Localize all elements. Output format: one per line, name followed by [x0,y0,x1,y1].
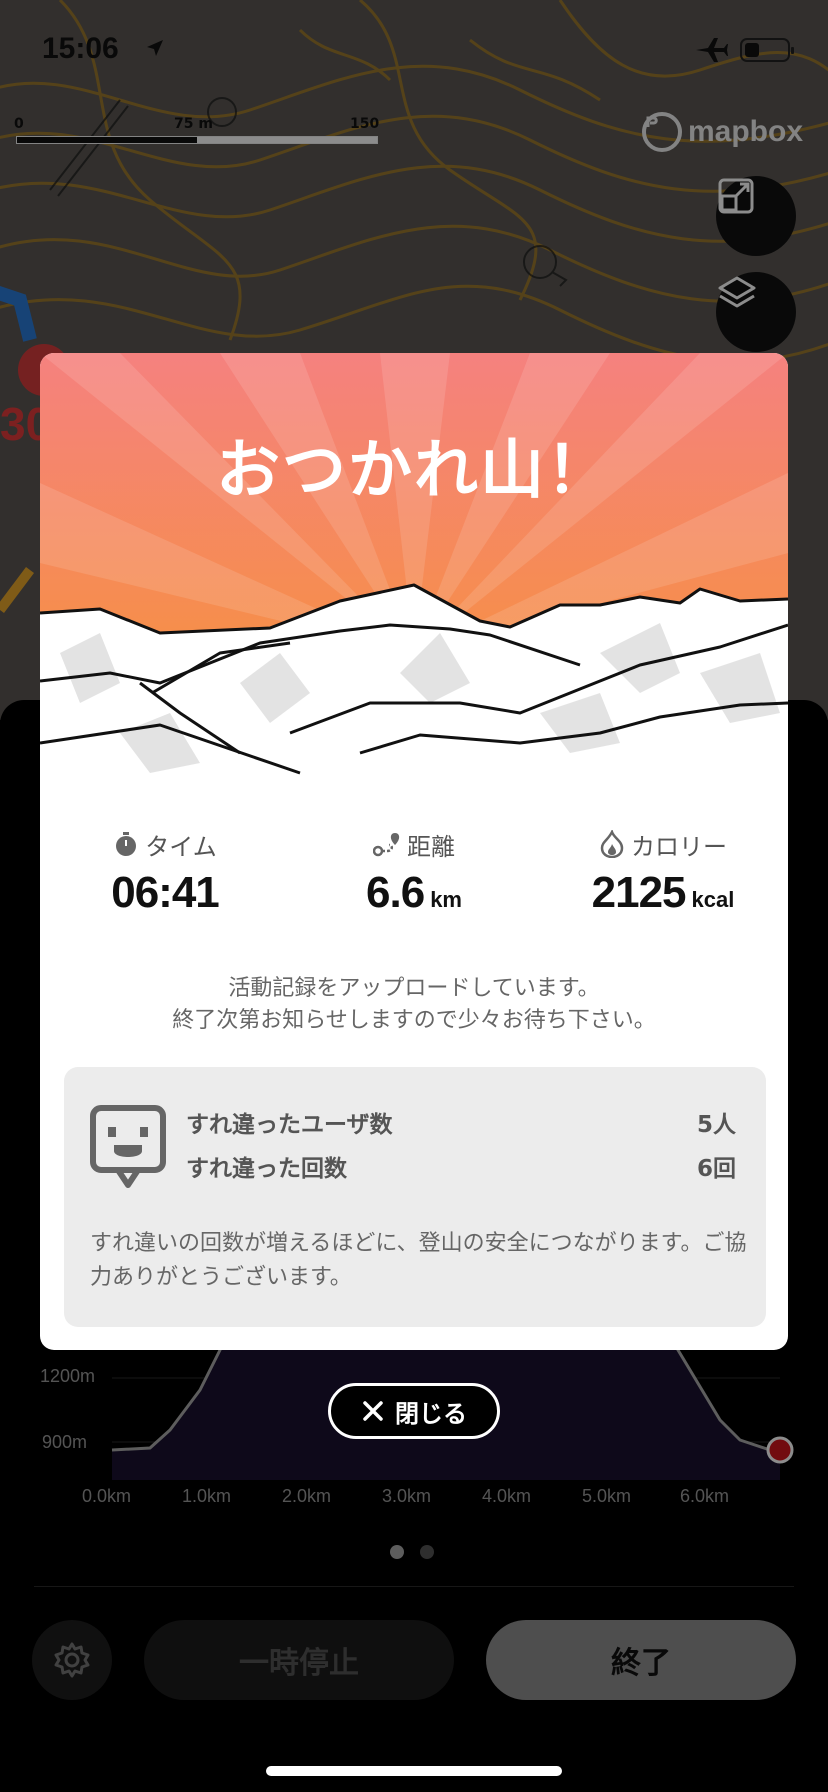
stat-calories-label: カロリー [631,832,727,861]
passing-count-value: 6回 [696,1156,736,1182]
stat-time-value: 06:41 [111,868,220,917]
upload-status-message: 活動記録をアップロードしています。 終了次第お知らせしますので少々お待ち下さい。 [40,973,788,1037]
stat-calories-unit: kcal [691,887,735,912]
stat-time-label: タイム [145,832,217,861]
stat-time: タイム 06:41 [40,828,290,918]
close-button-label: 閉じる [395,1399,467,1428]
stopwatch-icon [116,832,137,856]
close-icon [363,1401,383,1421]
stat-distance-label: 距離 [407,832,455,861]
passing-users-row: すれ違ったユーザ数 5人 [186,1105,736,1139]
stat-distance-unit: km [430,887,462,912]
passing-count-label: すれ違った回数 [186,1156,347,1182]
passing-users-label: すれ違ったユーザ数 [186,1112,393,1138]
stat-calories: カロリー 2125 kcal [538,828,788,918]
upload-message-line-1: 活動記録をアップロードしています。 [228,976,600,1001]
stat-distance-value: 6.6 [366,868,425,917]
stat-distance: 距離 6.6 km [289,828,539,918]
close-button[interactable]: 閉じる [328,1383,500,1439]
passing-count-row: すれ違った回数 6回 [186,1149,736,1183]
modal-title: おつかれ山！ [216,434,612,508]
passing-note: すれ違いの回数が増えるほどに、登山の安全につながります。ご協力ありがとうございま… [90,1231,747,1290]
stat-calories-value: 2125 [591,868,687,917]
mountain-illustration: おつかれ山！ [40,353,788,783]
route-icon [373,833,400,857]
passing-face-icon [90,1105,166,1188]
activity-stats: タイム 06:41 距離 6.6 km カロリー 2125 kcal [40,828,788,938]
passing-users-box: すれ違ったユーザ数 5人 すれ違った回数 6回 すれ違いの回数が増えるほどに、登… [64,1067,766,1327]
flame-icon [600,830,624,858]
completion-modal: おつかれ山！ タイム 06:41 距離 6.6 km カロリー 2125 kca… [40,353,788,1350]
home-indicator [266,1766,562,1776]
passing-users-value: 5人 [696,1112,736,1138]
upload-message-line-2: 終了次第お知らせしますので少々お待ち下さい。 [172,1008,656,1033]
